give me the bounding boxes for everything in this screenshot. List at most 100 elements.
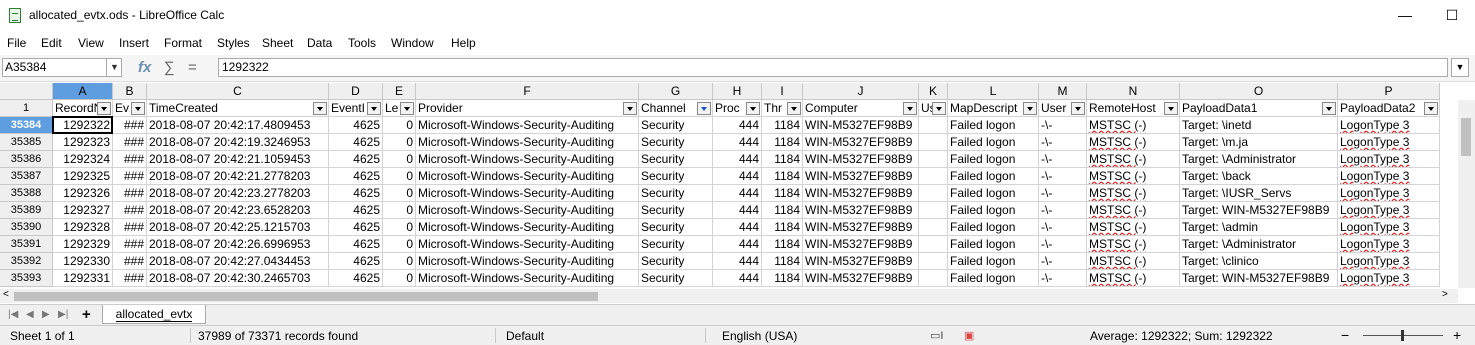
table-cell[interactable] xyxy=(919,168,948,185)
table-cell[interactable]: Security xyxy=(639,236,713,253)
menu-sheet[interactable]: Sheet xyxy=(262,36,293,50)
table-cell[interactable]: 4625 xyxy=(329,253,383,270)
table-cell[interactable]: WIN-M5327EF98B9 xyxy=(803,134,919,151)
menu-styles[interactable]: Styles xyxy=(217,36,250,50)
column-header-c[interactable]: C xyxy=(147,83,329,100)
table-cell[interactable]: 0 xyxy=(383,253,416,270)
table-cell[interactable]: -\- xyxy=(1039,185,1087,202)
name-box-dropdown[interactable]: ▼ xyxy=(106,59,122,76)
scroll-left-icon[interactable]: < xyxy=(3,289,9,300)
table-cell[interactable]: 1184 xyxy=(762,185,803,202)
table-cell[interactable]: 1184 xyxy=(762,270,803,287)
table-cell[interactable]: Security xyxy=(639,202,713,219)
header-cell[interactable]: Proc xyxy=(713,100,762,117)
table-cell[interactable]: 4625 xyxy=(329,202,383,219)
table-cell[interactable]: WIN-M5327EF98B9 xyxy=(803,236,919,253)
table-cell[interactable]: -\- xyxy=(1039,236,1087,253)
autofilter-dropdown-icon[interactable] xyxy=(623,102,637,115)
table-cell[interactable]: 444 xyxy=(713,270,762,287)
table-cell[interactable]: 4625 xyxy=(329,185,383,202)
table-cell[interactable]: WIN-M5327EF98B9 xyxy=(803,253,919,270)
table-cell[interactable] xyxy=(919,236,948,253)
table-cell[interactable]: 444 xyxy=(713,236,762,253)
header-cell[interactable]: Computer xyxy=(803,100,919,117)
table-cell[interactable]: 4625 xyxy=(329,219,383,236)
header-cell[interactable]: RecordN xyxy=(53,100,113,117)
autofilter-dropdown-icon[interactable] xyxy=(1071,102,1085,115)
table-cell[interactable]: Failed logon xyxy=(948,117,1039,134)
column-header-p[interactable]: P xyxy=(1338,83,1440,100)
zoom-in-icon[interactable]: + xyxy=(1453,327,1461,343)
table-cell[interactable]: Target: \clinico xyxy=(1180,253,1338,270)
table-cell[interactable]: Target: \m.ja xyxy=(1180,134,1338,151)
column-header-e[interactable]: E xyxy=(383,83,416,100)
table-cell[interactable]: Microsoft-Windows-Security-Auditing xyxy=(416,202,639,219)
column-header-l[interactable]: L xyxy=(948,83,1039,100)
autofilter-dropdown-icon[interactable] xyxy=(313,102,327,115)
table-cell[interactable]: MSTSC (-) xyxy=(1087,151,1180,168)
table-cell[interactable]: 1292326 xyxy=(53,185,113,202)
table-cell[interactable]: MSTSC (-) xyxy=(1087,117,1180,134)
table-cell[interactable]: Security xyxy=(639,117,713,134)
table-cell[interactable]: MSTSC (-) xyxy=(1087,219,1180,236)
header-cell[interactable]: Channel xyxy=(639,100,713,117)
column-header-a[interactable]: A xyxy=(53,83,113,100)
prev-sheet-icon[interactable]: ◀ xyxy=(26,309,34,320)
table-cell[interactable]: Security xyxy=(639,219,713,236)
table-cell[interactable] xyxy=(919,117,948,134)
table-cell[interactable]: Failed logon xyxy=(948,236,1039,253)
table-cell[interactable]: 1184 xyxy=(762,151,803,168)
table-cell[interactable]: 2018-08-07 20:42:25.1215703 xyxy=(147,219,329,236)
table-cell[interactable]: 4625 xyxy=(329,117,383,134)
function-wizard-icon[interactable]: fx xyxy=(138,59,151,76)
table-cell[interactable]: Security xyxy=(639,253,713,270)
table-cell[interactable]: -\- xyxy=(1039,117,1087,134)
table-cell[interactable]: ### xyxy=(113,168,147,185)
table-cell[interactable]: ### xyxy=(113,202,147,219)
table-cell[interactable] xyxy=(919,253,948,270)
table-cell[interactable]: Failed logon xyxy=(948,168,1039,185)
table-cell[interactable]: LogonType 3 xyxy=(1338,253,1440,270)
table-cell[interactable]: 444 xyxy=(713,202,762,219)
table-cell[interactable]: Failed logon xyxy=(948,202,1039,219)
table-cell[interactable]: Microsoft-Windows-Security-Auditing xyxy=(416,134,639,151)
table-cell[interactable]: ### xyxy=(113,236,147,253)
table-cell[interactable]: LogonType 3 xyxy=(1338,270,1440,287)
table-cell[interactable]: Security xyxy=(639,168,713,185)
autofilter-dropdown-icon[interactable] xyxy=(367,102,381,115)
table-cell[interactable]: 4625 xyxy=(329,270,383,287)
table-cell[interactable]: Failed logon xyxy=(948,134,1039,151)
column-header-h[interactable]: H xyxy=(713,83,762,100)
header-cell[interactable]: Us xyxy=(919,100,948,117)
table-cell[interactable]: LogonType 3 xyxy=(1338,202,1440,219)
table-cell[interactable]: 2018-08-07 20:42:23.2778203 xyxy=(147,185,329,202)
table-cell[interactable]: Target: \admin xyxy=(1180,219,1338,236)
autofilter-dropdown-icon[interactable] xyxy=(697,102,711,115)
menu-tools[interactable]: Tools xyxy=(348,36,376,50)
table-cell[interactable]: ### xyxy=(113,270,147,287)
row-header[interactable]: 35391 xyxy=(0,236,53,253)
table-cell[interactable]: 0 xyxy=(383,134,416,151)
table-cell[interactable]: 4625 xyxy=(329,168,383,185)
status-language[interactable]: English (USA) xyxy=(722,329,797,343)
table-cell[interactable]: Microsoft-Windows-Security-Auditing xyxy=(416,236,639,253)
table-cell[interactable]: 444 xyxy=(713,219,762,236)
table-cell[interactable] xyxy=(919,134,948,151)
column-header-k[interactable]: K xyxy=(919,83,948,100)
table-cell[interactable]: 1292329 xyxy=(53,236,113,253)
table-cell[interactable]: WIN-M5327EF98B9 xyxy=(803,185,919,202)
row-header[interactable]: 35385 xyxy=(0,134,53,151)
table-cell[interactable]: 2018-08-07 20:42:19.3246953 xyxy=(147,134,329,151)
menu-window[interactable]: Window xyxy=(391,36,434,50)
row-header-1[interactable]: 1 xyxy=(0,100,53,117)
table-cell[interactable]: 1184 xyxy=(762,236,803,253)
table-cell[interactable]: 2018-08-07 20:42:27.0434453 xyxy=(147,253,329,270)
menu-format[interactable]: Format xyxy=(164,36,202,50)
table-cell[interactable]: 1184 xyxy=(762,168,803,185)
table-cell[interactable]: Microsoft-Windows-Security-Auditing xyxy=(416,151,639,168)
autofilter-dropdown-icon[interactable] xyxy=(787,102,801,115)
table-cell[interactable]: LogonType 3 xyxy=(1338,185,1440,202)
table-cell[interactable]: Security xyxy=(639,151,713,168)
table-cell[interactable]: ### xyxy=(113,117,147,134)
table-cell[interactable] xyxy=(919,202,948,219)
